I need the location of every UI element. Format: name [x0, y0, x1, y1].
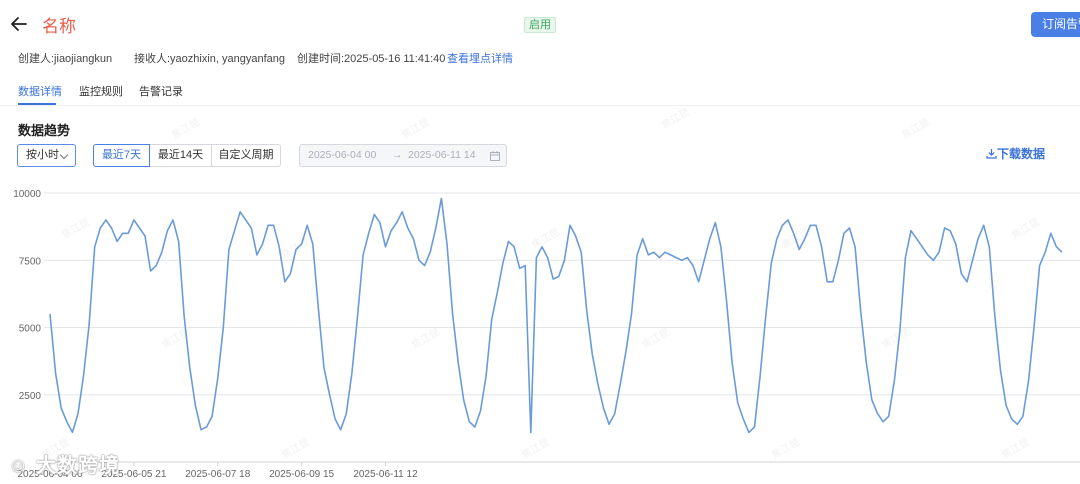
trend-chart: 100007500500025002025-06-04 00 2025-06-05… — [13, 189, 1080, 480]
created-time-text: 创建时间:2025-05-16 11:41:40 — [297, 53, 446, 65]
watermark-text: 焦江昆 — [170, 116, 202, 142]
watermark-text: 焦江昆 — [400, 116, 432, 142]
section-title: 数据趋势 — [18, 123, 71, 138]
granularity-select[interactable]: 按小时 — [17, 144, 76, 167]
tab-monitor-rules[interactable]: 监控规则 — [79, 83, 123, 99]
subscribe-alert-button[interactable]: 订阅告警 — [1031, 12, 1080, 37]
range-arrow-icon: → — [392, 149, 403, 161]
download-data-button[interactable]: 下载数据 — [986, 145, 1045, 162]
y-tick-label: 2500 — [19, 391, 42, 402]
view-tracking-detail-link[interactable]: 查看埋点详情 — [447, 50, 513, 66]
x-tick-label: 2025-06-09 15 — [269, 469, 334, 480]
range-14-days-button[interactable]: 最近14天 — [150, 144, 212, 167]
granularity-select-value: 按小时 — [26, 149, 59, 161]
creator-text: 创建人:jiaojiangkun — [18, 53, 113, 65]
tabs-divider — [0, 105, 1080, 106]
corner-logo: ☺ 大数跨境 — [8, 449, 120, 478]
receivers-text: 接收人:yaozhixin, yangyanfang — [134, 53, 286, 65]
logo-text: 大数跨境 — [35, 455, 120, 477]
x-tick-label: 2025-06-07 18 — [185, 469, 250, 480]
tab-data-detail[interactable]: 数据详情 — [18, 83, 62, 99]
back-arrow-icon[interactable] — [10, 14, 28, 34]
date-start-input[interactable]: 2025-06-04 00 — [308, 145, 376, 166]
series-line — [49, 197, 1063, 434]
watermark-text: 焦江昆 — [660, 106, 692, 132]
y-tick-label: 5000 — [19, 324, 42, 335]
download-icon — [986, 149, 997, 159]
calendar-icon — [490, 151, 500, 161]
status-badge: 启用 — [524, 17, 556, 33]
y-tick-label: 10000 — [13, 189, 41, 200]
logo-face-icon: ☺ — [8, 455, 30, 477]
page-title: 名称 — [42, 17, 76, 36]
date-range-picker[interactable]: 2025-06-04 00 → 2025-06-11 14 — [299, 144, 507, 167]
date-end-input[interactable]: 2025-06-11 14 — [408, 145, 476, 166]
x-tick-label: 2025-06-11 12 — [353, 469, 418, 480]
chevron-down-icon — [59, 150, 69, 160]
watermark-text: 焦江昆 — [900, 116, 932, 142]
tab-alert-records[interactable]: 告警记录 — [139, 83, 183, 99]
download-data-label: 下载数据 — [997, 147, 1046, 161]
range-custom-button[interactable]: 自定义周期 — [211, 144, 281, 167]
range-7-days-button[interactable]: 最近7天 — [93, 144, 150, 167]
y-tick-label: 7500 — [19, 256, 42, 267]
